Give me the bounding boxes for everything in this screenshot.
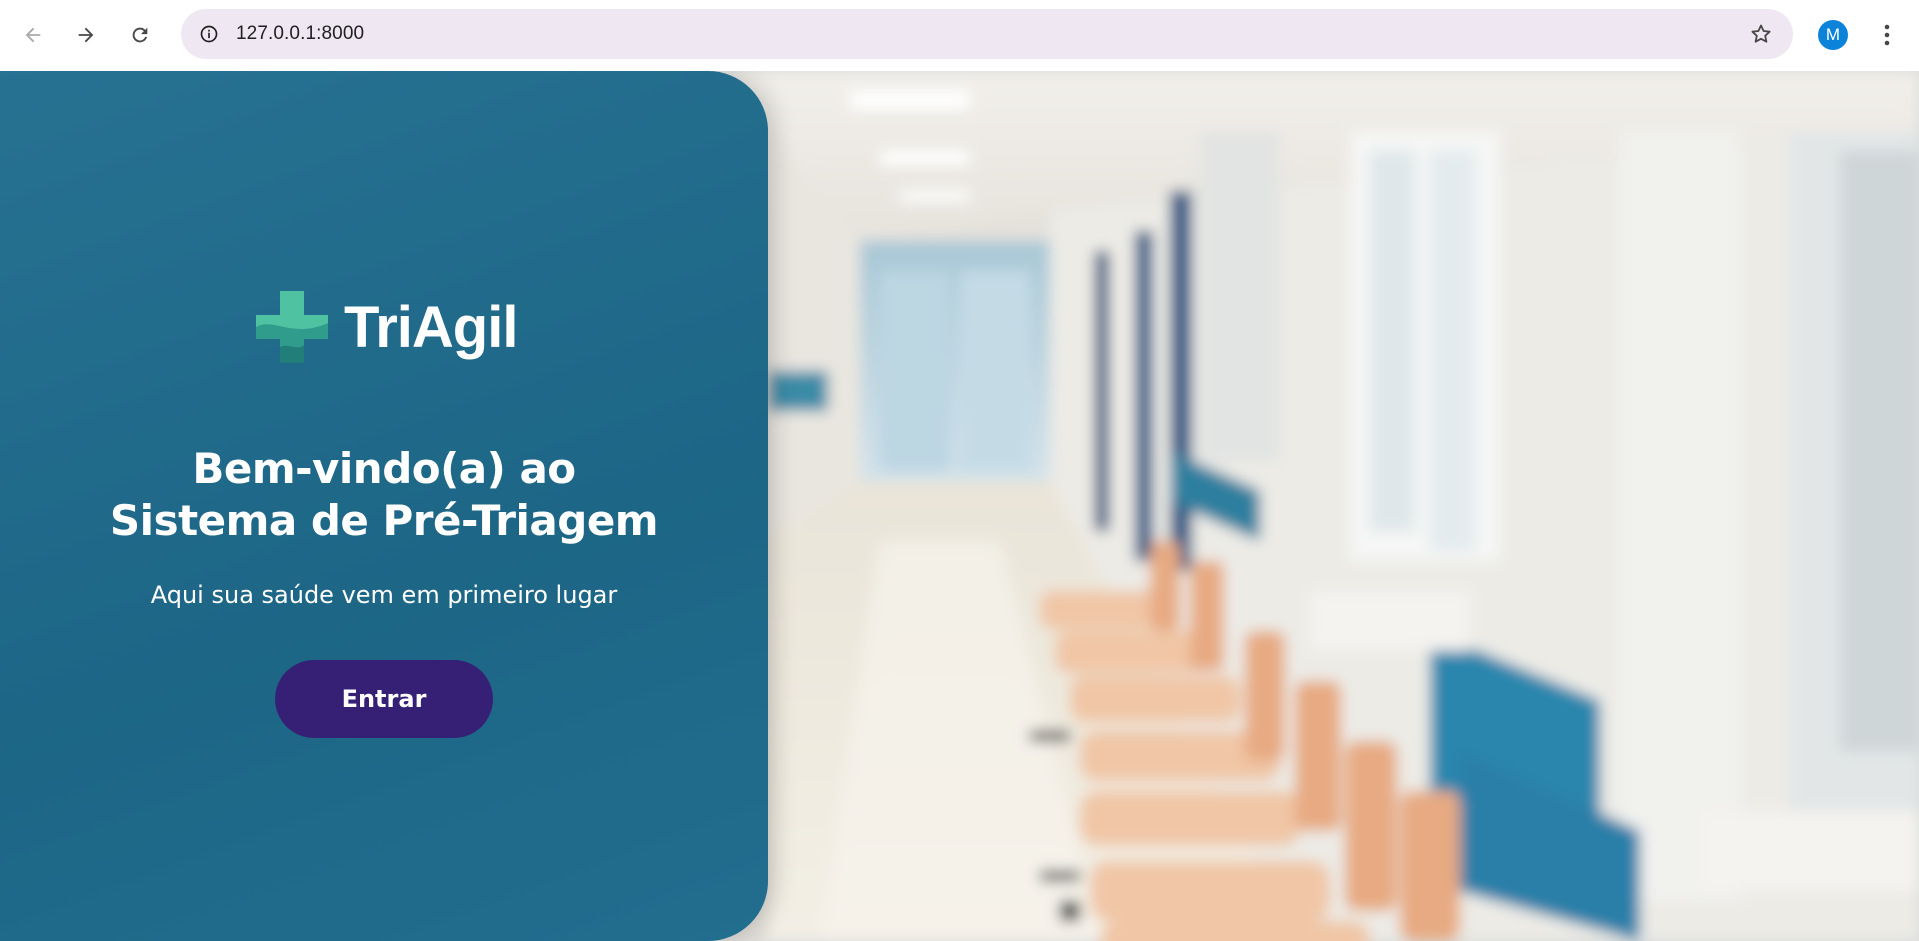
- back-button[interactable]: [13, 15, 53, 55]
- browser-toolbar: 127.0.0.1:8000 M: [0, 0, 1919, 71]
- info-icon: [200, 25, 218, 43]
- profile-avatar[interactable]: M: [1818, 20, 1848, 50]
- address-bar[interactable]: 127.0.0.1:8000: [181, 9, 1793, 59]
- reload-icon: [132, 27, 148, 43]
- kebab-menu-icon: [1884, 24, 1890, 46]
- url-text[interactable]: 127.0.0.1:8000: [236, 23, 364, 45]
- arrow-left-icon: [25, 27, 41, 43]
- reload-button[interactable]: [120, 15, 160, 55]
- triagil-logo: TriAgil: [252, 287, 518, 367]
- star-icon: [1751, 24, 1771, 43]
- arrow-right-icon: [78, 27, 94, 43]
- welcome-heading-line2: Sistema de Pré-Triagem: [109, 496, 659, 545]
- page-viewport: TriAgil Bem-vindo(a) ao Sistema de Pré-T…: [0, 71, 1919, 941]
- tagline: Aqui sua saúde vem em primeiro lugar: [150, 581, 618, 609]
- bookmark-button[interactable]: [1745, 18, 1777, 50]
- welcome-heading-line1: Bem-vindo(a) ao: [192, 444, 576, 493]
- logo-text: TriAgil: [344, 294, 518, 360]
- welcome-panel: TriAgil Bem-vindo(a) ao Sistema de Pré-T…: [0, 71, 768, 941]
- site-info-button[interactable]: [193, 18, 225, 50]
- forward-button[interactable]: [66, 15, 106, 55]
- medical-cross-icon: [256, 291, 328, 363]
- browser-menu-button[interactable]: [1870, 18, 1904, 52]
- enter-button[interactable]: Entrar: [275, 660, 493, 738]
